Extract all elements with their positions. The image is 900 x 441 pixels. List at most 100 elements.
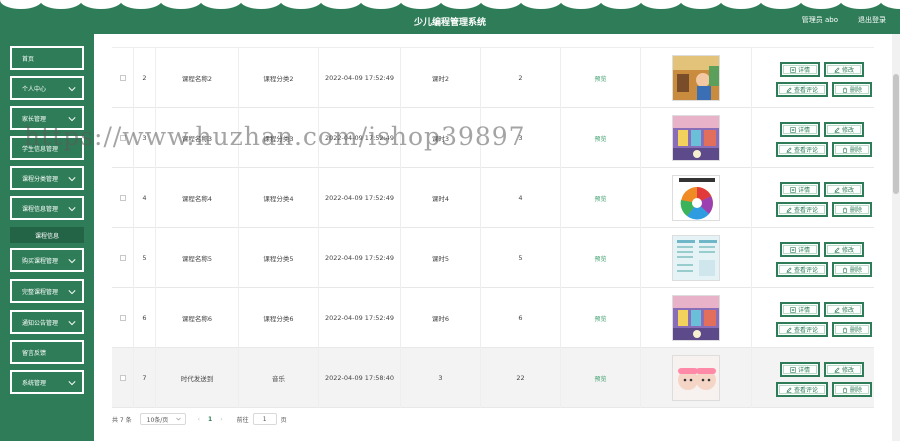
detail-button[interactable]: 详情 [780, 62, 820, 77]
purchase-count: 22 [481, 348, 561, 408]
sidebar-item[interactable]: 留言反馈 [10, 340, 84, 364]
view-comments-button[interactable]: 查看评论 [776, 82, 828, 97]
logout-link[interactable]: 退出登录 [858, 15, 886, 25]
thumbnail-cell [641, 168, 752, 228]
detail-button[interactable]: 详情 [780, 242, 820, 257]
preview-link[interactable]: 预览 [594, 194, 606, 203]
edit-button[interactable]: 修改 [824, 362, 864, 377]
row-actions: 详情 修改查看评论 删除 [752, 48, 874, 108]
scallop-decoration [160, 0, 202, 9]
button-label: 详情 [797, 307, 810, 314]
thumbnail-cell [641, 108, 752, 168]
sidebar-item[interactable]: 通知公告管理 [10, 310, 84, 334]
course-thumbnail-image [673, 56, 719, 100]
scrollbar-thumb[interactable] [893, 74, 899, 194]
view-comments-button[interactable]: 查看评论 [776, 142, 828, 157]
row-checkbox[interactable] [119, 75, 126, 81]
page-size-select[interactable]: 10条/页 [139, 413, 186, 425]
preview-link[interactable]: 预览 [594, 254, 606, 263]
course-thumbnail-image [673, 236, 719, 280]
prev-page-button[interactable]: ‹ [198, 416, 200, 423]
edit-button[interactable]: 修改 [824, 182, 864, 197]
row-index: 2 [134, 48, 156, 108]
row-checkbox[interactable] [119, 375, 126, 381]
sidebar-item[interactable]: 购买课程管理 [10, 248, 84, 272]
sidebar-item[interactable]: 课程信息管理 [10, 196, 84, 220]
row-index: 5 [134, 228, 156, 288]
button-label: 修改 [841, 187, 854, 194]
row-checkbox[interactable] [119, 255, 126, 261]
header-scallop-border [0, 0, 900, 9]
sidebar-item-label: 系统管理 [22, 379, 47, 387]
preview-link[interactable]: 预览 [594, 74, 606, 83]
row-checkbox[interactable] [119, 195, 126, 201]
row-actions: 详情 修改查看评论 删除 [752, 348, 874, 408]
row-actions: 详情 修改查看评论 删除 [752, 108, 874, 168]
goto-page-input[interactable]: 1 [252, 413, 277, 425]
delete-button[interactable]: 删除 [832, 82, 872, 97]
edit-button[interactable]: 修改 [824, 122, 864, 137]
sidebar-item[interactable]: 系统管理 [10, 370, 84, 394]
delete-button[interactable]: 删除 [832, 322, 872, 337]
chevron-down-icon [68, 259, 76, 264]
course-thumbnail[interactable] [672, 115, 720, 161]
preview-link[interactable]: 预览 [594, 314, 606, 323]
course-thumbnail[interactable] [672, 355, 720, 401]
next-page-button[interactable]: › [220, 416, 222, 423]
scallop-decoration [680, 0, 722, 9]
sidebar-item[interactable]: 个人中心 [10, 76, 84, 100]
course-thumbnail[interactable] [672, 175, 720, 221]
preview-link[interactable]: 预览 [594, 134, 606, 143]
delete-button[interactable]: 删除 [832, 262, 872, 277]
sidebar-item-label: 首页 [22, 55, 35, 63]
button-label: 详情 [797, 247, 810, 254]
view-comments-button[interactable]: 查看评论 [776, 262, 828, 277]
sidebar-item[interactable]: 课程分类管理 [10, 166, 84, 190]
view-comments-button[interactable]: 查看评论 [776, 322, 828, 337]
course-thumbnail[interactable] [672, 55, 720, 101]
sidebar-item[interactable]: 首页 [10, 46, 84, 70]
sidebar-subitem[interactable]: 课程信息 [10, 227, 84, 243]
comment-icon [786, 386, 792, 393]
delete-button[interactable]: 删除 [832, 142, 872, 157]
sidebar-item[interactable]: 完整课程管理 [10, 279, 84, 303]
view-comments-button[interactable]: 查看评论 [776, 202, 828, 217]
detail-button[interactable]: 详情 [780, 182, 820, 197]
detail-button[interactable]: 详情 [780, 302, 820, 317]
button-label: 删除 [849, 147, 862, 154]
course-category: 课程分类5 [239, 228, 319, 288]
course-thumbnail[interactable] [672, 295, 720, 341]
detail-button[interactable]: 详情 [780, 122, 820, 137]
comment-icon [786, 326, 792, 333]
button-label: 删除 [849, 387, 862, 394]
row-checkbox[interactable] [119, 315, 126, 321]
comment-icon [786, 266, 792, 273]
course-hours: 课时6 [401, 288, 481, 348]
scallop-decoration [200, 0, 242, 9]
page-scrollbar[interactable] [892, 34, 900, 441]
row-index: 6 [134, 288, 156, 348]
edit-button[interactable]: 修改 [824, 242, 864, 257]
edit-icon [834, 306, 840, 313]
edit-button[interactable]: 修改 [824, 302, 864, 317]
goto-label: 前往 [236, 416, 249, 424]
detail-button[interactable]: 详情 [780, 362, 820, 377]
row-actions: 详情 修改查看评论 删除 [752, 288, 874, 348]
chevron-down-icon [68, 207, 76, 212]
edit-button[interactable]: 修改 [824, 62, 864, 77]
course-name: 课程名称6 [156, 288, 239, 348]
view-comments-button[interactable]: 查看评论 [776, 382, 828, 397]
delete-button[interactable]: 删除 [832, 202, 872, 217]
course-name: 时代发送到 [156, 348, 239, 408]
course-thumbnail[interactable] [672, 235, 720, 281]
table-row: 4 课程名称4 课程分类4 2022-04-09 17:52:49 课时4 4 预览 详情 修改… [112, 168, 874, 228]
chevron-down-icon [68, 87, 76, 92]
scallop-decoration [40, 0, 82, 9]
scallop-decoration [360, 0, 402, 9]
page-number-current[interactable]: 1 [208, 416, 212, 423]
delete-button[interactable]: 删除 [832, 382, 872, 397]
button-label: 修改 [841, 307, 854, 314]
scallop-decoration [880, 0, 900, 9]
preview-link[interactable]: 预览 [594, 374, 606, 383]
course-category: 课程分类6 [239, 288, 319, 348]
